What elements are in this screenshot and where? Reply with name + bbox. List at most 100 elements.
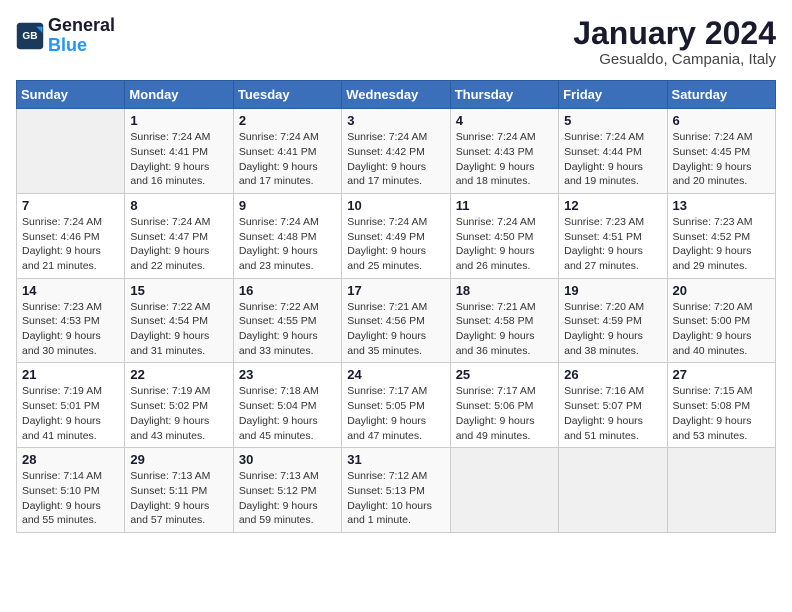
day-number: 29 — [130, 452, 227, 467]
day-info: Sunrise: 7:18 AM Sunset: 5:04 PM Dayligh… — [239, 384, 336, 443]
day-info: Sunrise: 7:19 AM Sunset: 5:01 PM Dayligh… — [22, 384, 119, 443]
day-number: 22 — [130, 367, 227, 382]
day-info: Sunrise: 7:24 AM Sunset: 4:44 PM Dayligh… — [564, 130, 661, 189]
day-number: 7 — [22, 198, 119, 213]
day-info: Sunrise: 7:14 AM Sunset: 5:10 PM Dayligh… — [22, 469, 119, 528]
day-number: 18 — [456, 283, 553, 298]
day-number: 14 — [22, 283, 119, 298]
calendar-cell: 6 Sunrise: 7:24 AM Sunset: 4:45 PM Daylig… — [667, 109, 775, 194]
day-info: Sunrise: 7:22 AM Sunset: 4:55 PM Dayligh… — [239, 300, 336, 359]
calendar-cell — [667, 448, 775, 533]
calendar-cell: 18 Sunrise: 7:21 AM Sunset: 4:58 PM Dayli… — [450, 278, 558, 363]
day-info: Sunrise: 7:13 AM Sunset: 5:11 PM Dayligh… — [130, 469, 227, 528]
header-row: SundayMondayTuesdayWednesdayThursdayFrid… — [17, 81, 776, 109]
day-info: Sunrise: 7:20 AM Sunset: 4:59 PM Dayligh… — [564, 300, 661, 359]
day-header-sunday: Sunday — [17, 81, 125, 109]
day-header-thursday: Thursday — [450, 81, 558, 109]
day-info: Sunrise: 7:21 AM Sunset: 4:58 PM Dayligh… — [456, 300, 553, 359]
day-info: Sunrise: 7:24 AM Sunset: 4:49 PM Dayligh… — [347, 215, 444, 274]
day-number: 28 — [22, 452, 119, 467]
calendar-cell: 23 Sunrise: 7:18 AM Sunset: 5:04 PM Dayli… — [233, 363, 341, 448]
location-subtitle: Gesualdo, Campania, Italy — [573, 51, 776, 68]
day-info: Sunrise: 7:21 AM Sunset: 4:56 PM Dayligh… — [347, 300, 444, 359]
day-number: 11 — [456, 198, 553, 213]
logo-icon: GB — [16, 22, 44, 50]
day-number: 12 — [564, 198, 661, 213]
calendar-cell: 8 Sunrise: 7:24 AM Sunset: 4:47 PM Daylig… — [125, 193, 233, 278]
calendar-cell: 17 Sunrise: 7:21 AM Sunset: 4:56 PM Dayli… — [342, 278, 450, 363]
calendar-cell: 22Sunrise: 7:19 AM Sunset: 5:02 PM Dayli… — [125, 363, 233, 448]
day-number: 3 — [347, 113, 444, 128]
day-number: 5 — [564, 113, 661, 128]
calendar-cell: 21 Sunrise: 7:19 AM Sunset: 5:01 PM Dayli… — [17, 363, 125, 448]
day-number: 9 — [239, 198, 336, 213]
day-number: 8 — [130, 198, 227, 213]
calendar-cell: 11 Sunrise: 7:24 AM Sunset: 4:50 PM Dayli… — [450, 193, 558, 278]
calendar-cell: 2Sunrise: 7:24 AM Sunset: 4:41 PM Daylig… — [233, 109, 341, 194]
title-block: January 2024 Gesualdo, Campania, Italy — [573, 16, 776, 68]
calendar-cell: 15 Sunrise: 7:22 AM Sunset: 4:54 PM Dayli… — [125, 278, 233, 363]
day-info: Sunrise: 7:24 AM Sunset: 4:47 PM Dayligh… — [130, 215, 227, 274]
day-info: Sunrise: 7:23 AM Sunset: 4:53 PM Dayligh… — [22, 300, 119, 359]
day-number: 6 — [673, 113, 770, 128]
day-number: 31 — [347, 452, 444, 467]
day-number: 17 — [347, 283, 444, 298]
day-info: Sunrise: 7:24 AM Sunset: 4:42 PM Dayligh… — [347, 130, 444, 189]
logo-text: General Blue — [48, 16, 115, 56]
day-number: 16 — [239, 283, 336, 298]
calendar-cell: 20 Sunrise: 7:20 AM Sunset: 5:00 PM Dayli… — [667, 278, 775, 363]
day-number: 23 — [239, 367, 336, 382]
svg-text:GB: GB — [22, 31, 37, 42]
calendar-cell: 24Sunrise: 7:17 AM Sunset: 5:05 PM Dayli… — [342, 363, 450, 448]
day-info: Sunrise: 7:15 AM Sunset: 5:08 PM Dayligh… — [673, 384, 770, 443]
day-number: 20 — [673, 283, 770, 298]
day-info: Sunrise: 7:23 AM Sunset: 4:52 PM Dayligh… — [673, 215, 770, 274]
calendar-cell: 27 Sunrise: 7:15 AM Sunset: 5:08 PM Dayli… — [667, 363, 775, 448]
calendar-cell: 19 Sunrise: 7:20 AM Sunset: 4:59 PM Dayli… — [559, 278, 667, 363]
day-number: 27 — [673, 367, 770, 382]
week-row-1: 1 Sunrise: 7:24 AM Sunset: 4:41 PM Daylig… — [17, 109, 776, 194]
page-header: GB General Blue January 2024 Gesualdo, C… — [16, 16, 776, 68]
day-number: 4 — [456, 113, 553, 128]
day-info: Sunrise: 7:22 AM Sunset: 4:54 PM Dayligh… — [130, 300, 227, 359]
month-title: January 2024 — [573, 16, 776, 51]
day-info: Sunrise: 7:24 AM Sunset: 4:48 PM Dayligh… — [239, 215, 336, 274]
calendar-cell: 5 Sunrise: 7:24 AM Sunset: 4:44 PM Daylig… — [559, 109, 667, 194]
day-number: 2 — [239, 113, 336, 128]
day-info: Sunrise: 7:13 AM Sunset: 5:12 PM Dayligh… — [239, 469, 336, 528]
day-number: 19 — [564, 283, 661, 298]
day-header-tuesday: Tuesday — [233, 81, 341, 109]
day-number: 1 — [130, 113, 227, 128]
day-number: 24 — [347, 367, 444, 382]
calendar-cell — [559, 448, 667, 533]
day-header-saturday: Saturday — [667, 81, 775, 109]
logo: GB General Blue — [16, 16, 115, 56]
day-info: Sunrise: 7:12 AM Sunset: 5:13 PM Dayligh… — [347, 469, 444, 528]
calendar-cell: 26 Sunrise: 7:16 AM Sunset: 5:07 PM Dayli… — [559, 363, 667, 448]
calendar-cell: 9 Sunrise: 7:24 AM Sunset: 4:48 PM Daylig… — [233, 193, 341, 278]
day-info: Sunrise: 7:24 AM Sunset: 4:41 PM Dayligh… — [130, 130, 227, 189]
calendar-table: SundayMondayTuesdayWednesdayThursdayFrid… — [16, 80, 776, 533]
day-number: 25 — [456, 367, 553, 382]
week-row-2: 7 Sunrise: 7:24 AM Sunset: 4:46 PM Daylig… — [17, 193, 776, 278]
day-info: Sunrise: 7:24 AM Sunset: 4:45 PM Dayligh… — [673, 130, 770, 189]
week-row-4: 21 Sunrise: 7:19 AM Sunset: 5:01 PM Dayli… — [17, 363, 776, 448]
calendar-cell: 13Sunrise: 7:23 AM Sunset: 4:52 PM Dayli… — [667, 193, 775, 278]
day-number: 30 — [239, 452, 336, 467]
calendar-cell: 31 Sunrise: 7:12 AM Sunset: 5:13 PM Dayli… — [342, 448, 450, 533]
day-number: 26 — [564, 367, 661, 382]
calendar-cell — [450, 448, 558, 533]
day-info: Sunrise: 7:16 AM Sunset: 5:07 PM Dayligh… — [564, 384, 661, 443]
day-info: Sunrise: 7:20 AM Sunset: 5:00 PM Dayligh… — [673, 300, 770, 359]
day-info: Sunrise: 7:23 AM Sunset: 4:51 PM Dayligh… — [564, 215, 661, 274]
day-number: 15 — [130, 283, 227, 298]
day-info: Sunrise: 7:24 AM Sunset: 4:50 PM Dayligh… — [456, 215, 553, 274]
calendar-cell: 10Sunrise: 7:24 AM Sunset: 4:49 PM Dayli… — [342, 193, 450, 278]
day-number: 21 — [22, 367, 119, 382]
calendar-cell: 3 Sunrise: 7:24 AM Sunset: 4:42 PM Daylig… — [342, 109, 450, 194]
day-header-friday: Friday — [559, 81, 667, 109]
calendar-cell: 29 Sunrise: 7:13 AM Sunset: 5:11 PM Dayli… — [125, 448, 233, 533]
calendar-cell: 25Sunrise: 7:17 AM Sunset: 5:06 PM Dayli… — [450, 363, 558, 448]
day-info: Sunrise: 7:24 AM Sunset: 4:46 PM Dayligh… — [22, 215, 119, 274]
calendar-cell: 7 Sunrise: 7:24 AM Sunset: 4:46 PM Daylig… — [17, 193, 125, 278]
